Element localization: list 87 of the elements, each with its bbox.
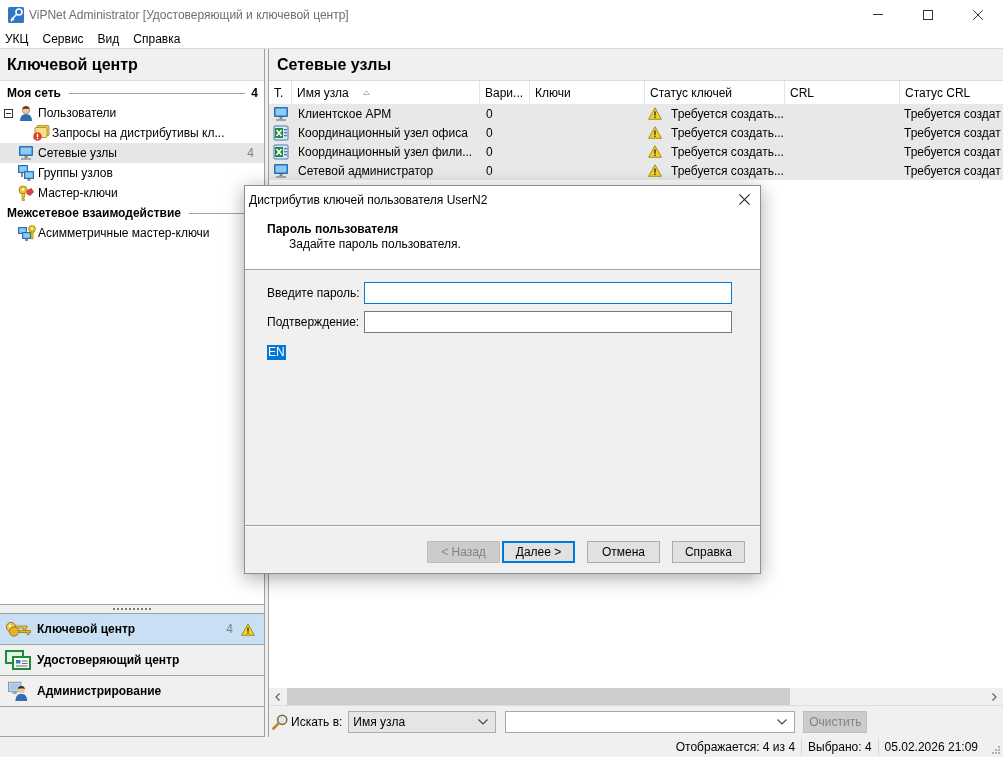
node-name: Координационный узел фили... bbox=[298, 144, 473, 159]
search-scope-dropdown[interactable]: Имя узла bbox=[348, 710, 497, 733]
dialog-button[interactable]: Отмена bbox=[587, 541, 660, 563]
minimize-icon bbox=[873, 14, 883, 15]
scroll-right-icon[interactable] bbox=[992, 692, 997, 701]
field-label: Введите пароль: bbox=[267, 286, 361, 300]
status-text: Требуется создат bbox=[904, 163, 1001, 178]
chevron-down-icon bbox=[777, 718, 788, 725]
documents-icon bbox=[32, 125, 50, 141]
status-text: Требуется создать... bbox=[671, 106, 784, 121]
field-label: Подтверждение: bbox=[267, 315, 361, 329]
resize-grip-icon[interactable] bbox=[990, 744, 1000, 754]
number-text: 0 bbox=[486, 106, 493, 121]
dialog-button[interactable]: Справка bbox=[672, 541, 745, 563]
warning-icon bbox=[648, 164, 662, 177]
server-icon bbox=[273, 124, 289, 141]
node-name: Координационный узел офиса bbox=[298, 125, 468, 140]
sort-arrow-icon bbox=[362, 90, 370, 95]
window-title: ViPNet Administrator [Удостоверяющий и ключевой центр] bbox=[29, 7, 350, 22]
status-text: Отображается: 4 из 4 bbox=[674, 739, 797, 755]
scroll-left-icon[interactable] bbox=[275, 692, 280, 701]
status-text: Требуется создать... bbox=[671, 144, 784, 159]
monitor-icon bbox=[18, 145, 34, 161]
user-icon bbox=[18, 105, 34, 121]
tree-item[interactable]: Пользователи bbox=[0, 103, 121, 123]
warning-icon bbox=[648, 107, 662, 120]
nav-button[interactable]: Ключевой центр 4 bbox=[0, 613, 264, 644]
scrollbar-thumb[interactable] bbox=[287, 688, 790, 705]
status-text: Требуется создат bbox=[904, 144, 1001, 159]
password-field[interactable] bbox=[364, 282, 732, 304]
status-text: Требуется создать... bbox=[671, 125, 784, 140]
number-text: 0 bbox=[486, 144, 493, 159]
number-text: 0 bbox=[486, 163, 493, 178]
collapse-icon[interactable] bbox=[4, 108, 13, 118]
group-title: Моя сеть bbox=[7, 86, 61, 100]
dialog-subheading: Задайте пароль пользователя. bbox=[289, 237, 461, 252]
dialog-heading: Пароль пользователя bbox=[267, 222, 399, 237]
tree-item[interactable]: Группы узлов bbox=[0, 163, 117, 183]
warning-icon bbox=[648, 145, 662, 158]
menu-item[interactable]: УКЦ bbox=[0, 31, 36, 46]
panel-title: Ключевой центр bbox=[6, 55, 139, 74]
table-row[interactable]: Координационный узел фили... 0 Требуется создать... Требуется создат bbox=[269, 142, 1003, 161]
close-icon bbox=[973, 9, 983, 20]
close-icon bbox=[738, 194, 750, 205]
tree-item[interactable]: Мастер-ключи bbox=[0, 183, 122, 203]
table-row[interactable]: Клиентское АРМ 0 Требуется создать... Требуется создат bbox=[269, 104, 1003, 123]
certificates-icon bbox=[5, 650, 31, 670]
dialog-title: Дистрибутив ключей пользователя UserN2 bbox=[249, 192, 489, 207]
tree-item[interactable]: Запросы на дистрибутивы кл... bbox=[0, 123, 229, 143]
menu-item[interactable]: Справка bbox=[126, 31, 188, 46]
password-field[interactable] bbox=[364, 311, 732, 333]
maximize-icon bbox=[923, 9, 933, 20]
monitor-icon bbox=[273, 162, 289, 179]
search-field[interactable] bbox=[505, 710, 796, 733]
chevron-down-icon bbox=[478, 718, 489, 725]
key-tag-icon bbox=[18, 185, 34, 201]
search-icon bbox=[272, 713, 288, 730]
dialog-button[interactable]: Далее > bbox=[502, 541, 575, 563]
node-name: Сетевой администратор bbox=[298, 163, 434, 178]
app-icon bbox=[8, 6, 24, 23]
table-row[interactable]: Сетевой администратор 0 Требуется создать... Требуется создат bbox=[269, 161, 1003, 180]
splitter-handle[interactable] bbox=[0, 604, 264, 613]
table-row[interactable]: Координационный узел офиса 0 Требуется создать... Требуется создат bbox=[269, 123, 1003, 142]
monitor-icon bbox=[273, 105, 289, 122]
panel-title: Сетевые узлы bbox=[276, 55, 393, 74]
status-text: 05.02.2026 21:09 bbox=[877, 739, 984, 755]
monitors-icon bbox=[18, 165, 34, 181]
nav-count: 4 bbox=[226, 622, 233, 636]
server-icon bbox=[273, 143, 289, 160]
warning-icon bbox=[648, 126, 662, 139]
menu-item[interactable]: Сервис bbox=[35, 31, 91, 46]
status-text: Требуется создать... bbox=[671, 163, 784, 178]
group-title: Межсетевое взаимодействие bbox=[7, 206, 181, 220]
number-text: 0 bbox=[486, 125, 493, 140]
item-count: 4 bbox=[247, 146, 254, 160]
search-label: Искать в: bbox=[291, 714, 343, 729]
status-text: Требуется создат bbox=[904, 125, 1001, 140]
node-name: Клиентское АРМ bbox=[298, 106, 392, 121]
status-text: Требуется создат bbox=[904, 106, 1001, 121]
status-text: Выбрано: 4 bbox=[801, 739, 878, 755]
keys-icon bbox=[5, 619, 31, 639]
keyboard-layout-indicator: EN bbox=[267, 345, 286, 360]
group-count: 4 bbox=[250, 86, 258, 100]
tree-item[interactable]: Асимметричные мастер-ключи bbox=[0, 223, 214, 243]
computers-key-icon bbox=[18, 225, 36, 241]
tree-item[interactable]: Сетевые узлы 4 bbox=[0, 143, 264, 163]
menu-item[interactable]: Вид bbox=[90, 31, 127, 46]
